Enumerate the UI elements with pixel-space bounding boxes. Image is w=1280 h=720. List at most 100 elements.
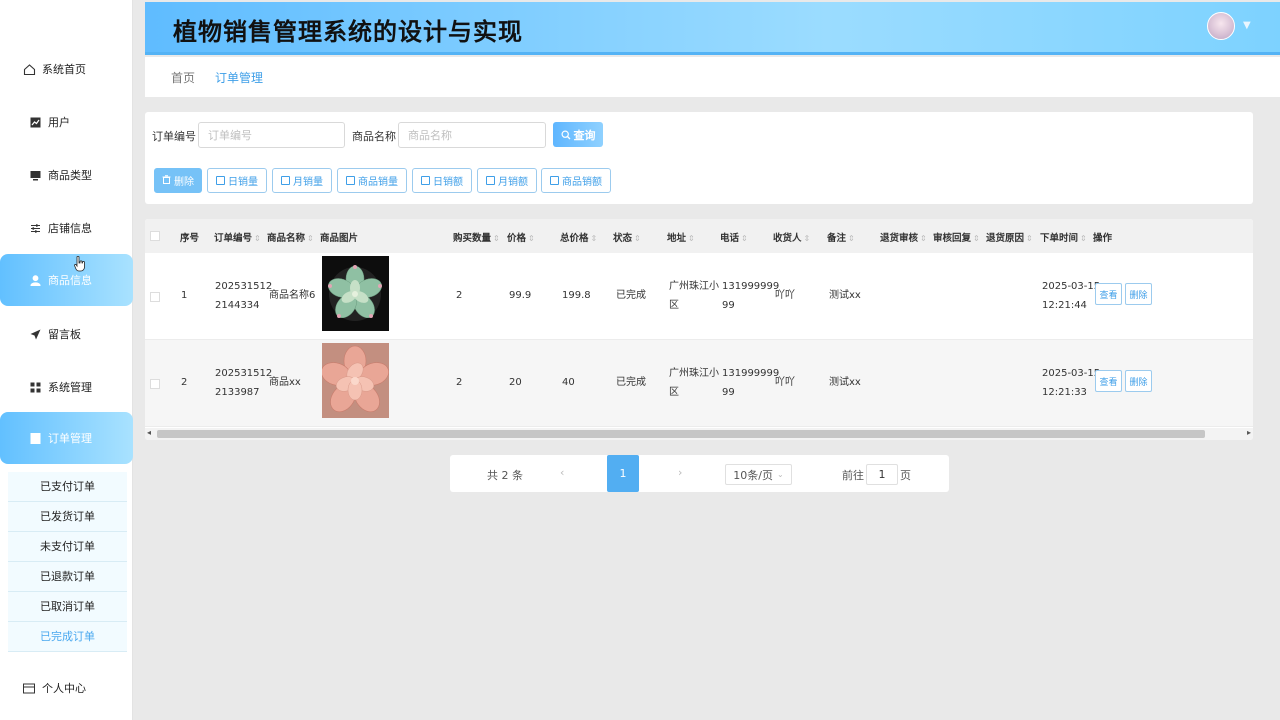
breadcrumb-current: 订单管理: [215, 70, 264, 85]
sidebar-item-message-board[interactable]: 留言板: [0, 308, 133, 360]
caret-down-icon[interactable]: ▼: [1243, 20, 1251, 31]
submenu-item-refunded[interactable]: 已退款订单: [8, 562, 127, 592]
sidebar-item-label: 系统管理: [48, 381, 92, 394]
sidebar-item-label: 系统首页: [42, 63, 86, 76]
product-sales-volume-label: 商品销量: [358, 177, 398, 188]
column-header[interactable]: 价格 ⇕: [507, 230, 535, 244]
monthly-sales-volume-button[interactable]: 月销量: [272, 168, 332, 193]
bulk-delete-button[interactable]: 删除: [154, 168, 202, 193]
scroll-right-icon[interactable]: ▸: [1247, 428, 1251, 437]
breadcrumb-home[interactable]: 首页: [171, 69, 195, 86]
scroll-left-icon[interactable]: ◂: [147, 428, 151, 437]
page-size-select[interactable]: 10条/页 ⌄: [725, 464, 792, 485]
app-title: 植物销售管理系统的设计与实现: [173, 18, 523, 46]
column-header[interactable]: 购买数量 ⇕: [453, 230, 500, 244]
chevron-down-icon: ⌄: [777, 470, 784, 479]
sidebar-item-label: 商品类型: [48, 169, 92, 182]
product-name-input[interactable]: [398, 122, 546, 148]
order-no-input[interactable]: [198, 122, 345, 148]
sidebar: 系统首页 用户 商品类型 店铺信息 商品信息 留言板 系统管理 订单管理 已支付…: [0, 0, 133, 720]
sidebar-item-label: 个人中心: [42, 682, 86, 695]
column-header[interactable]: 地址 ⇕: [667, 230, 695, 244]
product-name-label: 商品名称: [352, 130, 396, 143]
horizontal-scrollbar[interactable]: ◂ ▸: [145, 428, 1253, 440]
sort-icon: ⇕: [803, 234, 811, 243]
avatar[interactable]: [1207, 12, 1235, 40]
sliders-icon: [28, 221, 42, 235]
delete-button[interactable]: 删除: [1125, 370, 1152, 392]
column-header[interactable]: 订单编号 ⇕: [214, 230, 261, 244]
view-button[interactable]: 查看: [1095, 370, 1122, 392]
product-sales-amount-label: 商品销额: [562, 177, 602, 188]
sort-icon: ⇕: [1080, 234, 1087, 243]
column-header[interactable]: 收货人 ⇕: [773, 230, 810, 244]
sidebar-item-store-info[interactable]: 店铺信息: [0, 202, 133, 254]
monthly-sales-volume-label: 月销量: [293, 177, 323, 188]
monthly-sales-amount-button[interactable]: 月销额: [477, 168, 537, 193]
product-image: [321, 343, 389, 418]
sort-icon: ⇕: [590, 234, 598, 243]
page-number[interactable]: 1: [607, 455, 639, 492]
column-header[interactable]: 备注 ⇕: [827, 230, 855, 244]
delete-button[interactable]: 删除: [1125, 283, 1152, 305]
product-sales-volume-button[interactable]: 商品销量: [337, 168, 407, 193]
search-icon: [560, 129, 571, 140]
sidebar-item-orders[interactable]: 订单管理: [0, 412, 133, 464]
cell-price: 99.9: [509, 290, 532, 301]
cell-index: 2: [181, 377, 188, 388]
column-header[interactable]: 电话 ⇕: [720, 230, 748, 244]
daily-sales-amount-label: 日销额: [433, 177, 463, 188]
sort-icon: ⇕: [634, 234, 641, 243]
goto-page-input[interactable]: 1: [866, 464, 898, 485]
submenu-item-unpaid[interactable]: 未支付订单: [8, 532, 127, 562]
column-header[interactable]: 退货审核 ⇕: [880, 230, 927, 244]
daily-sales-amount-button[interactable]: 日销额: [412, 168, 472, 193]
cell-order-no: 202531512 2133987: [215, 368, 273, 398]
sort-icon: ⇕: [493, 234, 500, 243]
row-checkbox[interactable]: [150, 379, 160, 389]
chart-icon: [346, 176, 355, 185]
monitor-icon: [28, 168, 42, 182]
sidebar-item-home[interactable]: 系统首页: [0, 43, 133, 95]
column-header[interactable]: 下单时间 ⇕: [1040, 230, 1087, 244]
submenu-item-paid[interactable]: 已支付订单: [8, 472, 127, 502]
product-sales-amount-button[interactable]: 商品销额: [541, 168, 611, 193]
table-row: 1 202531512 2144334 商品名称6 2 99.9 199.8 已…: [145, 253, 1253, 340]
submenu-item-shipped[interactable]: 已发货订单: [8, 502, 127, 532]
sidebar-item-users[interactable]: 用户: [0, 96, 133, 148]
cell-remark: 测试xx: [829, 377, 861, 388]
column-header[interactable]: 总价格 ⇕: [560, 230, 597, 244]
scrollbar-thumb[interactable]: [157, 430, 1205, 438]
view-button[interactable]: 查看: [1095, 283, 1122, 305]
column-header[interactable]: 状态 ⇕: [613, 230, 641, 244]
submenu-item-cancelled[interactable]: 已取消订单: [8, 592, 127, 622]
cell-product-name: 商品名称6: [269, 290, 316, 301]
app-header: 植物销售管理系统的设计与实现 ▼: [145, 2, 1280, 55]
search-button[interactable]: 查询: [553, 122, 603, 147]
sidebar-item-profile[interactable]: 个人中心: [0, 662, 133, 714]
row-checkbox[interactable]: [150, 292, 160, 302]
cell-address: 广州珠江小区: [669, 368, 719, 398]
sidebar-item-label: 用户: [48, 116, 70, 129]
sort-icon: ⇕: [1026, 234, 1033, 243]
daily-sales-volume-label: 日销量: [228, 177, 258, 188]
next-page-icon[interactable]: ›: [678, 466, 682, 479]
bulk-delete-label: 删除: [174, 177, 194, 188]
sidebar-item-label: 订单管理: [48, 432, 92, 445]
trash-icon: [162, 174, 171, 187]
pagination: 共 2 条 ‹ 1 › 10条/页 ⌄ 前往 1 页: [450, 455, 949, 492]
sidebar-item-system[interactable]: 系统管理: [0, 361, 133, 413]
orders-submenu: 已支付订单 已发货订单 未支付订单 已退款订单 已取消订单 已完成订单: [8, 472, 127, 652]
sidebar-item-label: 店铺信息: [48, 222, 92, 235]
sidebar-item-product-info[interactable]: 商品信息: [0, 254, 133, 306]
column-header[interactable]: 退货原因 ⇕: [986, 230, 1033, 244]
prev-page-icon[interactable]: ‹: [560, 466, 564, 479]
select-all-checkbox[interactable]: [150, 231, 160, 241]
table-row: 2 202531512 2133987 商品xx 2 20 40 已完成 广州珠…: [145, 340, 1253, 427]
submenu-item-completed[interactable]: 已完成订单: [8, 622, 127, 652]
sidebar-item-product-types[interactable]: 商品类型: [0, 149, 133, 201]
column-header[interactable]: 商品名称 ⇕: [267, 230, 314, 244]
home-icon: [22, 62, 36, 76]
column-header[interactable]: 审核回复 ⇕: [933, 230, 980, 244]
daily-sales-volume-button[interactable]: 日销量: [207, 168, 267, 193]
